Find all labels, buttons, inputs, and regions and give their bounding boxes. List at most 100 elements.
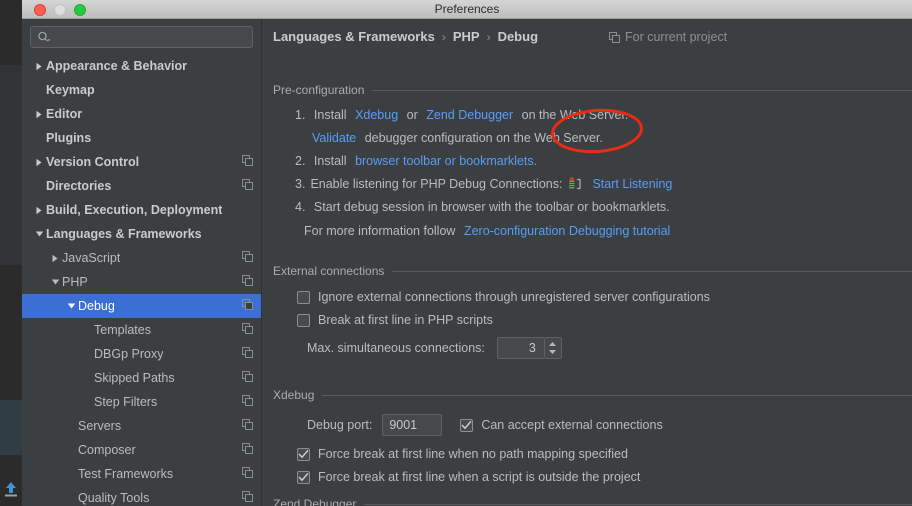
sidebar-item-keymap[interactable]: Keymap <box>22 78 261 102</box>
sidebar-item-label: Templates <box>94 323 151 337</box>
section-rule <box>364 503 912 505</box>
break-first-line-checkbox[interactable] <box>297 313 310 327</box>
xdebug-link[interactable]: Xdebug <box>355 108 398 122</box>
zero-config-tutorial-link[interactable]: Zero-configuration Debugging tutorial <box>464 224 670 238</box>
sidebar-item-build-execution-deployment[interactable]: Build, Execution, Deployment <box>22 198 261 222</box>
break-first-line-row[interactable]: Break at first line in PHP scripts <box>297 313 493 327</box>
max-connections-stepper[interactable]: 3 <box>496 337 562 359</box>
sidebar-item-label: Quality Tools <box>78 491 150 505</box>
step-4-text: Start debug session in browser with the … <box>313 200 670 214</box>
ignore-external-connections-checkbox[interactable] <box>297 290 310 304</box>
section-zend-debugger-title: Zend Debugger <box>273 497 357 506</box>
sidebar-item-label: Version Control <box>46 155 140 169</box>
sidebar-item-dbgp-proxy[interactable]: DBGp Proxy <box>22 342 261 366</box>
sidebar-item-plugins[interactable]: Plugins <box>22 126 261 150</box>
chevron-right-icon[interactable] <box>32 62 46 71</box>
settings-content-pane: Languages & Frameworks › PHP › Debug For… <box>262 19 912 506</box>
sidebar-item-label: Editor <box>46 107 83 121</box>
copy-icon <box>242 467 253 478</box>
step-3-number: 3. <box>295 177 306 191</box>
start-listening-icon[interactable] <box>567 177 582 191</box>
chevron-right-icon[interactable] <box>32 110 46 119</box>
section-rule <box>322 394 912 396</box>
section-xdebug-title: Xdebug <box>273 388 315 402</box>
settings-tree: Appearance & Behavior Keymap Editor Plugins… <box>22 54 261 506</box>
sidebar-item-version-control[interactable]: Version Control <box>22 150 261 174</box>
zend-debugger-link[interactable]: Zend Debugger <box>426 108 513 122</box>
section-external-connections-title: External connections <box>273 264 385 278</box>
ignore-external-connections-row[interactable]: Ignore external connections through unre… <box>297 290 710 304</box>
debug-port-input[interactable]: 9001 <box>382 414 443 436</box>
copy-icon <box>242 395 253 406</box>
sidebar-item-label: Composer <box>78 443 136 457</box>
sidebar-item-composer[interactable]: Composer <box>22 438 261 462</box>
sidebar-item-label: Test Frameworks <box>78 467 174 481</box>
breadcrumb-separator-1: › <box>441 29 446 44</box>
max-connections-row: Max. simultaneous connections: 3 <box>307 337 562 359</box>
sidebar-item-label: Debug <box>78 299 115 313</box>
search-container <box>22 19 261 48</box>
sidebar-item-label: Languages & Frameworks <box>46 227 202 241</box>
can-accept-external-checkbox[interactable] <box>460 418 474 432</box>
section-preconfiguration: Pre-configuration <box>273 83 912 97</box>
background-panel-mid <box>0 65 22 265</box>
sidebar-item-skipped-paths[interactable]: Skipped Paths <box>22 366 261 390</box>
break-first-line-label: Break at first line in PHP scripts <box>318 313 493 327</box>
chevron-right-icon[interactable] <box>32 206 46 215</box>
sidebar-item-debug[interactable]: Debug <box>22 294 261 318</box>
sidebar-item-appearance-behavior[interactable]: Appearance & Behavior <box>22 54 261 78</box>
copy-icon <box>242 275 253 286</box>
chevron-right-icon[interactable] <box>48 254 62 263</box>
start-listening-link[interactable]: Start Listening <box>592 177 672 191</box>
search-input[interactable] <box>55 29 246 45</box>
sidebar-item-label: Keymap <box>46 83 95 97</box>
chevron-down-icon[interactable] <box>32 230 46 238</box>
preconfig-step-4: 4. Start debug session in browser with t… <box>295 200 670 214</box>
force-break-no-mapping-row[interactable]: Force break at first line when no path m… <box>297 447 628 461</box>
breadcrumb-mid[interactable]: PHP <box>453 29 480 44</box>
sidebar-item-label: Directories <box>46 179 112 193</box>
force-break-outside-project-label: Force break at first line when a script … <box>318 470 641 484</box>
debug-port-label: Debug port: <box>307 418 373 432</box>
sidebar-item-servers[interactable]: Servers <box>22 414 261 438</box>
max-connections-label: Max. simultaneous connections: <box>307 341 485 355</box>
sidebar-item-label: Build, Execution, Deployment <box>46 203 223 217</box>
sidebar-item-label: JavaScript <box>62 251 121 265</box>
sidebar-item-label: Appearance & Behavior <box>46 59 188 73</box>
sidebar-item-languages-frameworks[interactable]: Languages & Frameworks <box>22 222 261 246</box>
force-break-outside-project-checkbox[interactable] <box>297 470 310 484</box>
sidebar-item-javascript[interactable]: JavaScript <box>22 246 261 270</box>
sidebar-item-php[interactable]: PHP <box>22 270 261 294</box>
copy-icon <box>242 443 253 454</box>
copy-icon <box>242 371 253 382</box>
sidebar-item-templates[interactable]: Templates <box>22 318 261 342</box>
breadcrumb-separator-2: › <box>486 29 491 44</box>
browser-toolbar-link[interactable]: browser toolbar or bookmarklets. <box>355 154 537 168</box>
debug-port-row: Debug port: 9001 Can accept external con… <box>307 414 663 436</box>
chevron-right-icon[interactable] <box>32 158 46 167</box>
preconfig-step-1b: Validate debugger configuration on the W… <box>312 131 603 145</box>
sidebar-item-quality-tools[interactable]: Quality Tools <box>22 486 261 506</box>
force-break-no-mapping-checkbox[interactable] <box>297 447 310 461</box>
max-connections-spinner-buttons[interactable] <box>544 337 562 359</box>
sidebar-item-editor[interactable]: Editor <box>22 102 261 126</box>
step-2-install: Install <box>313 154 347 168</box>
validate-link[interactable]: Validate <box>312 131 356 145</box>
max-connections-input[interactable]: 3 <box>496 337 545 359</box>
chevron-down-icon[interactable] <box>64 302 78 310</box>
upload-arrow-icon <box>2 478 20 500</box>
breadcrumb-leaf: Debug <box>497 29 539 44</box>
sidebar-item-test-frameworks[interactable]: Test Frameworks <box>22 462 261 486</box>
force-break-outside-project-row[interactable]: Force break at first line when a script … <box>297 470 640 484</box>
sidebar-item-label: Skipped Paths <box>94 371 175 385</box>
preferences-dialog: Appearance & Behavior Keymap Editor Plugins… <box>22 19 912 506</box>
sidebar-item-label: DBGp Proxy <box>94 347 164 361</box>
sidebar-item-step-filters[interactable]: Step Filters <box>22 390 261 414</box>
chevron-down-icon[interactable] <box>48 278 62 286</box>
sidebar-item-directories[interactable]: Directories <box>22 174 261 198</box>
breadcrumb-root[interactable]: Languages & Frameworks <box>273 29 435 44</box>
window-title: Preferences <box>434 2 500 16</box>
search-box[interactable] <box>30 26 253 48</box>
step-1-number: 1. <box>295 108 306 122</box>
more-info-text: For more information follow <box>304 224 456 238</box>
